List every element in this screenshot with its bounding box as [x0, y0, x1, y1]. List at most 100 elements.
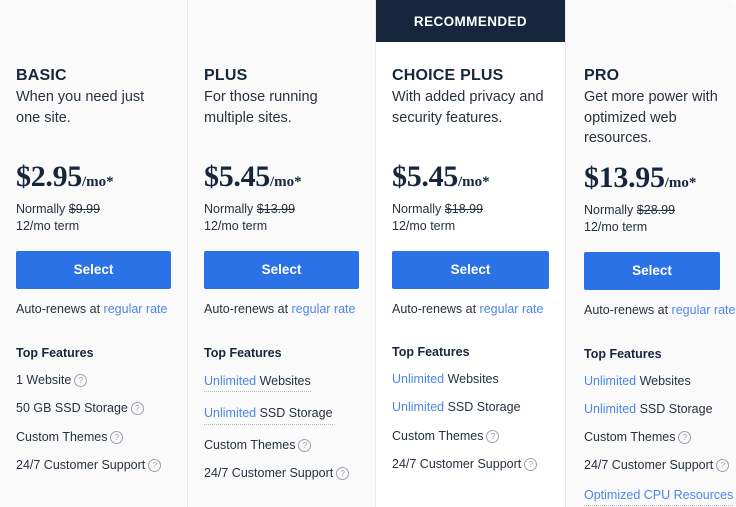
feature-highlight: Unlimited: [392, 400, 445, 415]
plan-name: PLUS: [204, 67, 248, 84]
question-circle-icon[interactable]: ?: [486, 429, 500, 443]
term-label: 12/mo term: [392, 219, 456, 234]
feature-item-wrapper: Unlimited SSD Storage: [204, 404, 359, 425]
feature-text: 24/7 Customer Support: [584, 458, 714, 473]
feature-text: 50 GB SSD Storage: [16, 401, 128, 416]
regular-rate-link[interactable]: regular rate: [104, 302, 168, 316]
normally-price-struck: $13.99: [256, 202, 296, 217]
feature-highlight: Unlimited: [584, 373, 637, 388]
feature-item-wrapper: Optimized CPU Resources: [584, 486, 734, 506]
price-period: /mo*: [458, 174, 490, 191]
feature-list: Unlimited Websites Unlimited SSD Storage C…: [584, 373, 734, 506]
autorenew-prefix: Auto-renews at: [584, 302, 672, 317]
normally-price-row: Normally $18.99: [392, 201, 549, 218]
plan-card-basic: BASIC When you need just one site. $2.95/m…: [0, 0, 188, 507]
regular-rate-link[interactable]: regular rate: [672, 303, 736, 317]
plan-name: BASIC: [16, 67, 67, 84]
feature-item: Custom Themes?: [392, 428, 549, 444]
plan-price: $13.95/mo*: [584, 160, 720, 194]
select-button-basic[interactable]: Select: [16, 251, 171, 290]
feature-item: 1 Website?: [16, 372, 171, 388]
price-amount: $13.95: [584, 160, 665, 194]
normally-price-struck: $28.99: [636, 202, 676, 217]
plan-price: $5.45/mo*: [392, 162, 549, 192]
feature-text: Custom Themes: [392, 428, 484, 443]
autorenew-note: Auto-renews at regular rate: [204, 302, 359, 316]
feature-list: 1 Website? 50 GB SSD Storage? Custom Theme…: [16, 372, 171, 473]
feature-item: Unlimited Websites: [584, 373, 720, 389]
normally-label: Normally: [584, 202, 637, 217]
plan-description: When you need just one site.: [16, 89, 145, 126]
feature-item: Unlimited SSD Storage: [584, 401, 720, 417]
feature-highlight: Unlimited: [204, 374, 257, 389]
autorenew-prefix: Auto-renews at: [204, 302, 292, 317]
question-circle-icon[interactable]: ?: [130, 402, 144, 416]
question-circle-icon[interactable]: ?: [110, 430, 124, 444]
normally-price-struck: $18.99: [444, 202, 484, 217]
select-button-pro[interactable]: Select: [584, 251, 720, 290]
regular-rate-link[interactable]: regular rate: [480, 302, 544, 316]
autorenew-prefix: Auto-renews at: [16, 302, 104, 317]
feature-item: 24/7 Customer Support?: [584, 457, 730, 473]
price-period: /mo*: [664, 174, 697, 191]
feature-highlight: Unlimited: [584, 401, 637, 416]
price-period: /mo*: [82, 174, 114, 191]
autorenew-note: Auto-renews at regular rate: [16, 302, 171, 316]
feature-item: 24/7 Customer Support?: [16, 457, 171, 473]
question-circle-icon[interactable]: ?: [678, 431, 692, 445]
autorenew-note: Auto-renews at regular rate: [392, 302, 549, 316]
feature-text: Websites: [444, 372, 499, 387]
regular-rate-link[interactable]: regular rate: [292, 302, 356, 316]
features-heading: Top Features: [16, 346, 94, 361]
feature-highlight: Unlimited: [392, 372, 445, 387]
feature-text: 24/7 Customer Support: [204, 465, 334, 480]
plan-name: CHOICE PLUS: [392, 67, 504, 84]
normally-label: Normally: [392, 202, 445, 217]
question-circle-icon[interactable]: ?: [74, 374, 88, 388]
normally-label: Normally: [16, 202, 69, 217]
normally-price-struck: $9.99: [68, 202, 101, 217]
feature-text: Optimized CPU Resources: [584, 487, 734, 502]
feature-text: 1 Website: [16, 373, 72, 388]
plan-description: For those running multiple sites.: [204, 89, 318, 126]
normally-price-row: Normally $28.99: [584, 202, 720, 219]
plan-description: With added privacy and security features…: [392, 89, 544, 126]
feature-item[interactable]: Optimized CPU Resources: [584, 487, 734, 506]
feature-item[interactable]: Unlimited Websites: [204, 373, 311, 393]
question-circle-icon[interactable]: ?: [524, 457, 538, 471]
feature-text: 24/7 Customer Support: [16, 457, 146, 472]
feature-text: 24/7 Customer Support: [392, 456, 522, 471]
plan-card-pro: PRO Get more power with optimized web res…: [566, 0, 736, 507]
question-circle-icon[interactable]: ?: [716, 459, 730, 473]
features-heading: Top Features: [584, 346, 662, 361]
term-label: 12/mo term: [204, 219, 268, 234]
features-heading: Top Features: [204, 346, 282, 361]
plan-body: CHOICE PLUS With added privacy and securi…: [376, 66, 565, 472]
term-label: 12/mo term: [584, 219, 648, 234]
select-button-choice-plus[interactable]: Select: [392, 251, 549, 290]
banner-spacer: [188, 0, 375, 42]
feature-item: 24/7 Customer Support?: [204, 465, 359, 481]
question-circle-icon[interactable]: ?: [336, 466, 350, 480]
feature-list: Unlimited Websites Unlimited SSD Storage C…: [392, 371, 549, 472]
question-circle-icon[interactable]: ?: [298, 438, 312, 452]
feature-item[interactable]: Unlimited SSD Storage: [204, 405, 333, 425]
feature-text: Websites: [636, 373, 691, 388]
feature-item: Unlimited Websites: [392, 371, 549, 387]
price-amount: $5.45: [392, 160, 459, 194]
feature-text: Custom Themes: [584, 430, 676, 445]
feature-item: Custom Themes?: [204, 437, 359, 453]
feature-item-wrapper: Unlimited Websites: [204, 372, 359, 393]
price-block: $5.45/mo* Normally $13.99 12/mo term: [204, 162, 359, 235]
recommended-banner: RECOMMENDED: [376, 0, 565, 42]
plan-body: PLUS For those running multiple sites. $5.…: [188, 66, 375, 481]
plan-price: $2.95/mo*: [16, 162, 171, 192]
price-block: $5.45/mo* Normally $18.99 12/mo term: [392, 162, 549, 235]
plan-body: BASIC When you need just one site. $2.95/m…: [0, 66, 187, 473]
plan-card-choice-plus: RECOMMENDED CHOICE PLUS With added privacy…: [376, 0, 566, 507]
pricing-table: BASIC When you need just one site. $2.95/m…: [0, 0, 736, 507]
feature-item: Custom Themes?: [16, 429, 171, 445]
question-circle-icon[interactable]: ?: [148, 458, 162, 472]
plan-price: $5.45/mo*: [204, 162, 359, 192]
select-button-plus[interactable]: Select: [204, 251, 359, 290]
